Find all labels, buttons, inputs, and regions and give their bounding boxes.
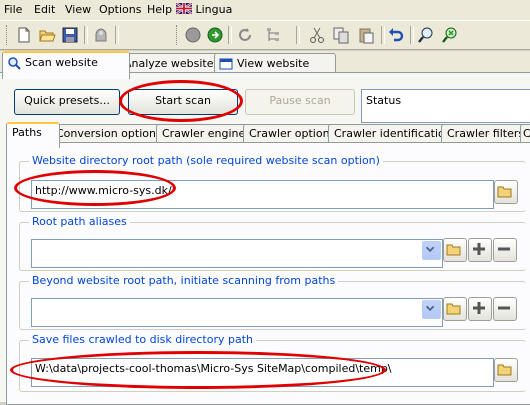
properties-icon[interactable]	[91, 25, 111, 45]
plus-icon	[473, 243, 485, 255]
tab-paths[interactable]: Paths	[6, 122, 60, 148]
toolbar-grip[interactable]	[176, 25, 180, 45]
quick-presets-button[interactable]: Quick presets...	[14, 89, 120, 115]
add-beyond-path-button[interactable]	[468, 297, 492, 321]
tab-scan-website[interactable]: Scan website	[2, 51, 130, 79]
paste-icon[interactable]	[356, 25, 376, 45]
chevron-down-icon[interactable]	[422, 300, 441, 319]
find-icon[interactable]	[416, 25, 436, 45]
menu-edit[interactable]: Edit	[34, 3, 55, 16]
save-icon[interactable]	[60, 25, 80, 45]
open-folder-icon[interactable]	[37, 25, 57, 45]
copy-icon[interactable]	[331, 25, 351, 45]
status-field: Status	[361, 89, 530, 123]
save-files-input[interactable]: W:\data\projects-cool-thomas\Micro-Sys S…	[31, 358, 494, 387]
menu-options[interactable]: Options	[99, 3, 141, 16]
tab-analyze-website-label: Analyze website	[124, 57, 214, 70]
add-alias-button[interactable]	[468, 238, 492, 262]
toolbar-separator	[228, 26, 232, 44]
menu-help[interactable]: Help	[147, 3, 172, 16]
new-file-icon[interactable]	[14, 25, 34, 45]
save-files-label: Save files crawled to disk directory pat…	[29, 333, 256, 346]
tab-view-website-label: View website	[237, 57, 310, 70]
main-tab-strip: Scan website Analyze website View websit…	[0, 51, 530, 79]
scan-website-panel: Quick presets... Start scan Pause scan S…	[0, 72, 530, 405]
uk-flag-icon	[175, 2, 193, 15]
replace-icon[interactable]	[440, 25, 460, 45]
browse-save-path-button[interactable]	[494, 358, 518, 382]
undo-icon[interactable]	[386, 25, 406, 45]
toolbar	[0, 20, 530, 50]
minus-icon	[498, 247, 510, 251]
root-path-input[interactable]: http://www.micro-sys.dk/	[31, 180, 494, 209]
folder-icon	[497, 364, 512, 376]
browse-beyond-button[interactable]	[443, 297, 467, 321]
start-scan-button[interactable]: Start scan	[128, 89, 238, 115]
folder-icon	[497, 186, 512, 198]
menu-lingua[interactable]: Lingua	[175, 2, 233, 16]
chevron-down-icon[interactable]	[422, 241, 441, 260]
menu-lingua-label: Lingua	[195, 3, 233, 16]
refresh-icon[interactable]	[235, 25, 255, 45]
toolbar-separator	[410, 26, 414, 44]
toolbar-separator	[296, 26, 300, 44]
menu-view[interactable]: View	[65, 3, 91, 16]
plus-icon	[473, 302, 485, 314]
tree-icon[interactable]	[263, 25, 283, 45]
remove-alias-button[interactable]	[493, 238, 517, 262]
root-path-aliases-combo[interactable]	[31, 239, 443, 268]
browse-root-path-button[interactable]	[494, 180, 518, 204]
minus-icon	[498, 306, 510, 310]
options-tab-strip: Paths Conversion options Crawler engine …	[6, 122, 530, 148]
pause-scan-button[interactable]: Pause scan	[245, 89, 355, 115]
remove-beyond-path-button[interactable]	[493, 297, 517, 321]
browse-aliases-button[interactable]	[443, 238, 467, 262]
cut-icon[interactable]	[307, 25, 327, 45]
toolbar-separator	[115, 26, 119, 44]
toolbar-separator	[84, 26, 88, 44]
beyond-root-label: Beyond website root path, initiate scann…	[29, 274, 339, 287]
beyond-root-combo[interactable]	[31, 298, 443, 327]
toolbar-grip[interactable]	[6, 25, 10, 45]
magnifier-icon	[8, 57, 21, 70]
folder-icon	[446, 244, 461, 256]
toolbar-separator	[381, 26, 385, 44]
tab-scan-website-label: Scan website	[25, 56, 98, 69]
stop-icon[interactable]	[183, 25, 203, 45]
folder-icon	[446, 303, 461, 315]
go-icon[interactable]	[205, 25, 225, 45]
menu-file[interactable]: File	[4, 3, 22, 16]
root-path-label: Website directory root path (sole requir…	[29, 154, 383, 167]
root-path-aliases-label: Root path aliases	[29, 215, 130, 228]
menu-bar: File Edit View Options Help Lingua	[0, 0, 530, 20]
window-icon	[219, 58, 233, 70]
paths-content: Website directory root path (sole requir…	[6, 142, 530, 405]
